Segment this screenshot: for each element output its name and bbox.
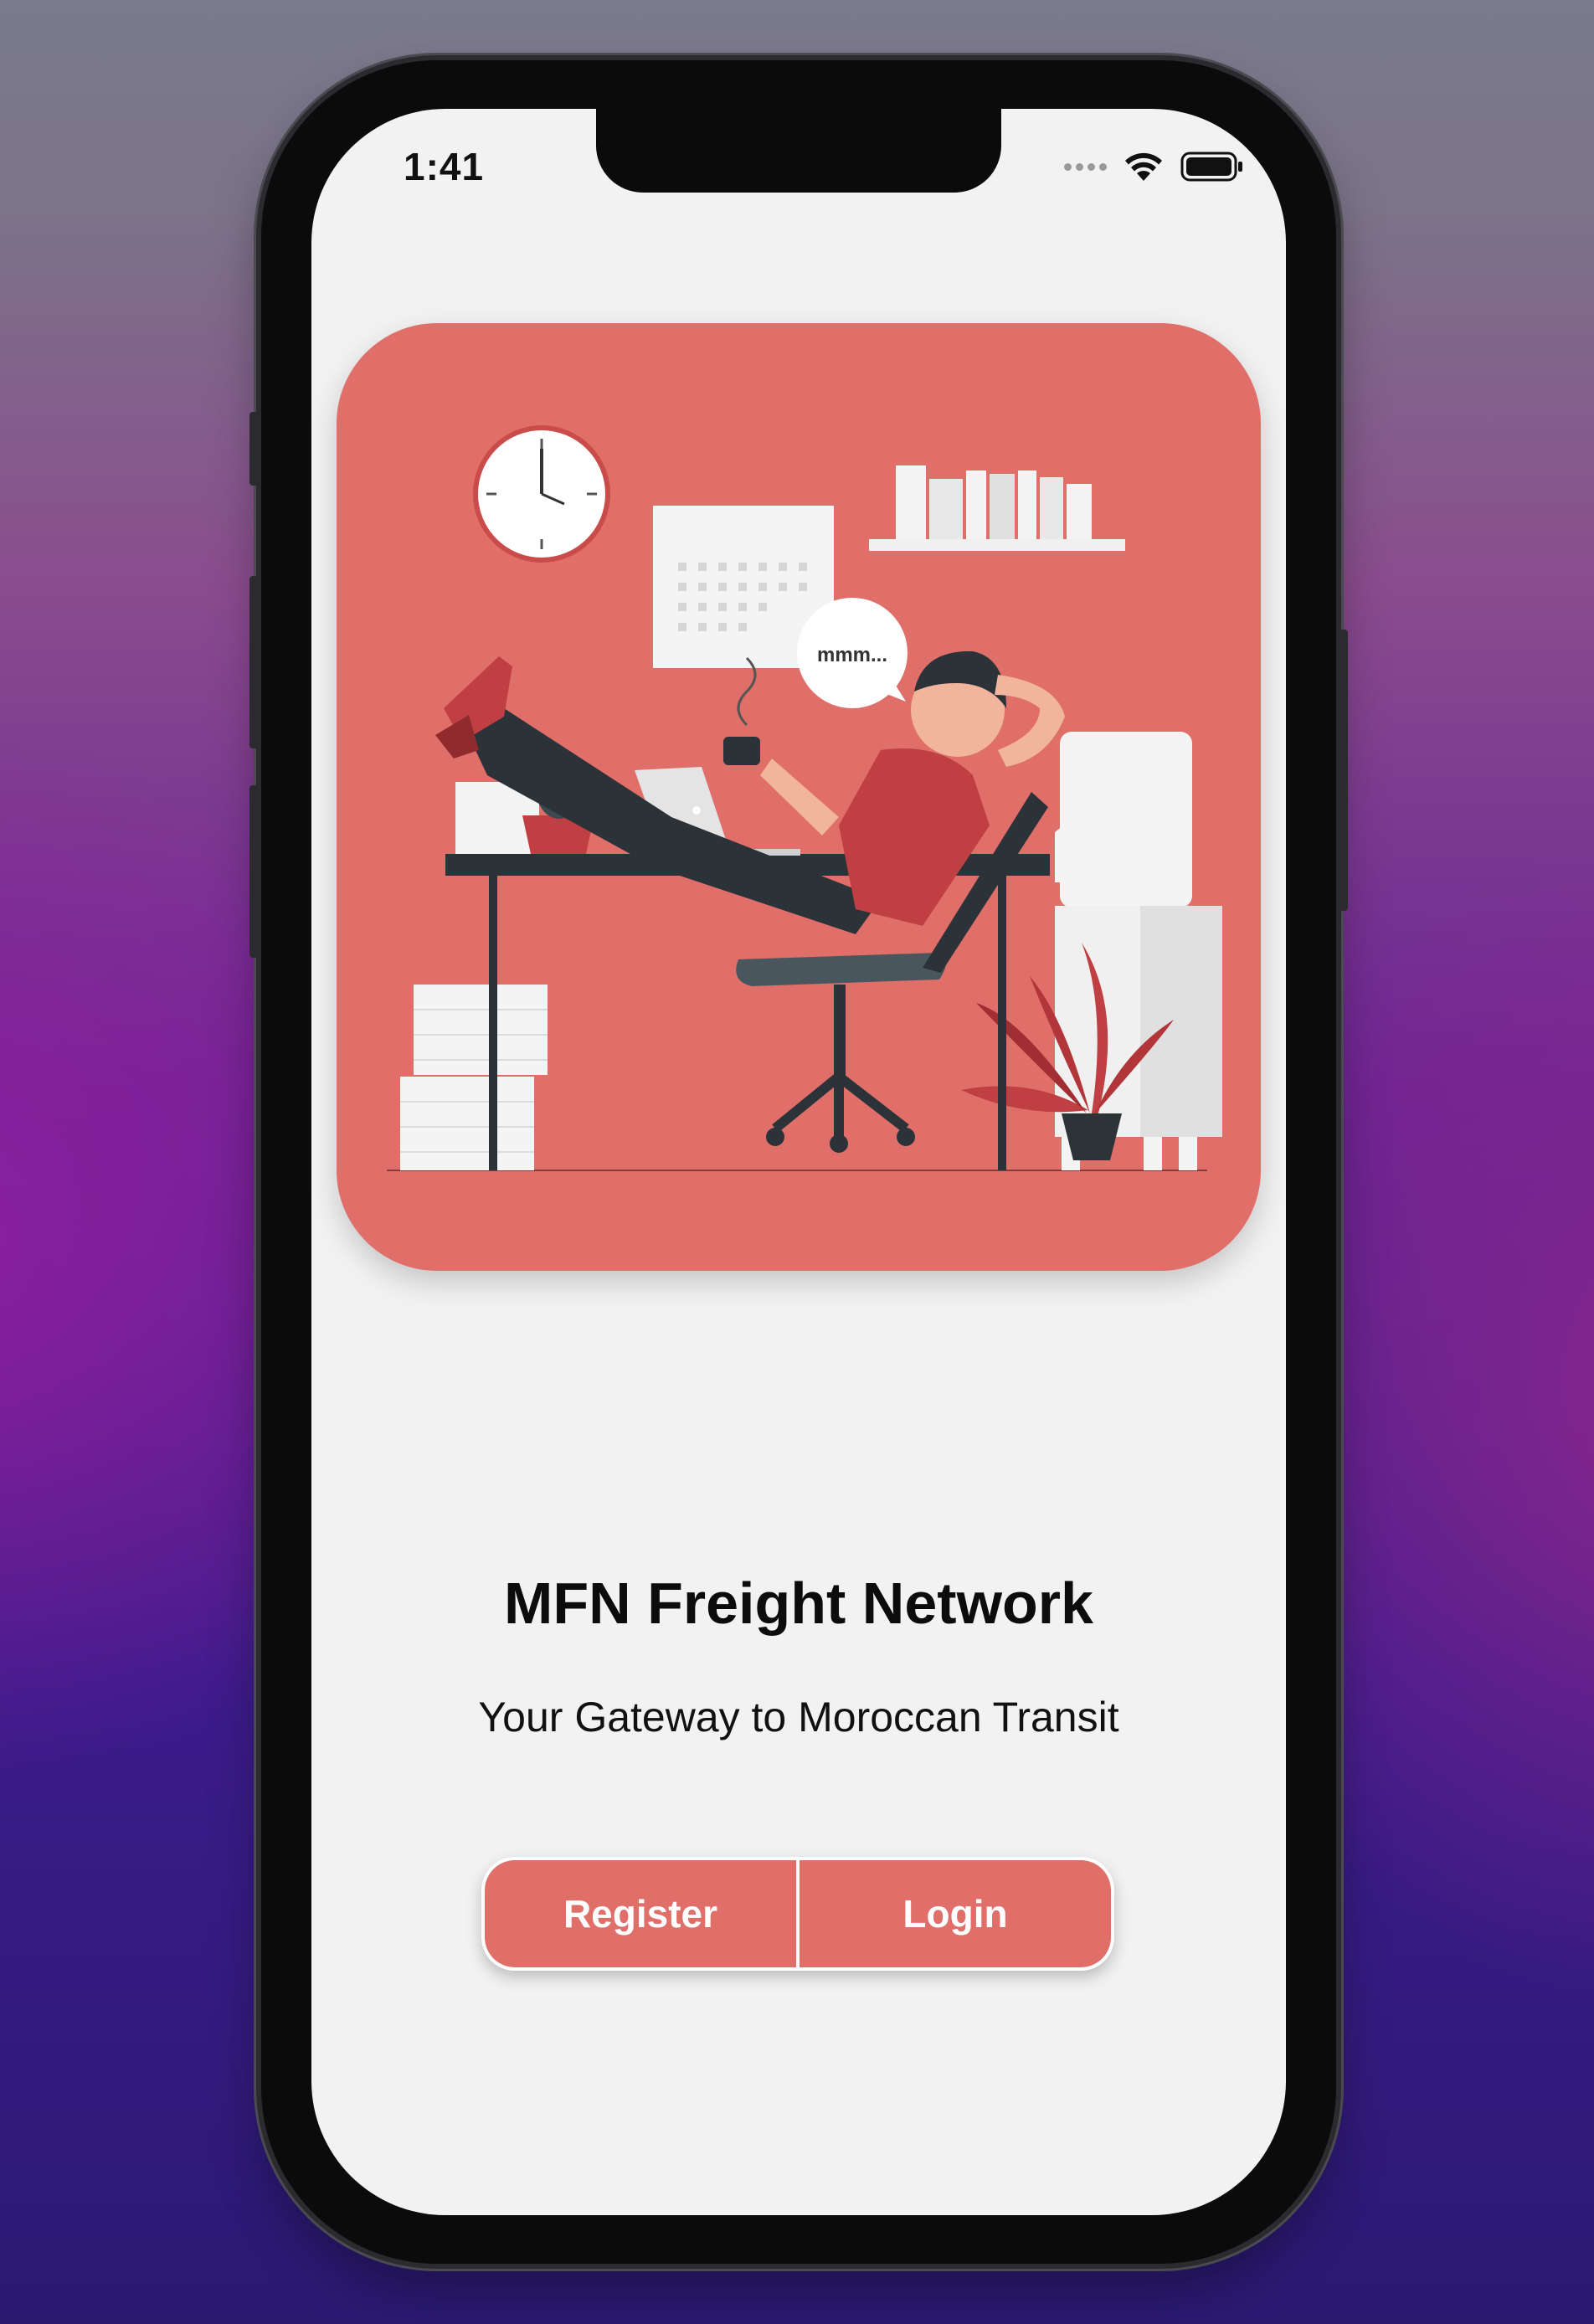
signal-dots-icon [1064, 162, 1107, 171]
speech-bubble: mmm... [797, 598, 908, 708]
status-time: 1:41 [404, 145, 485, 188]
silent-switch [249, 412, 258, 486]
volume-down-button [249, 785, 258, 958]
status-icons [1064, 151, 1244, 183]
page-subtitle: Your Gateway to Moroccan Transit [478, 1694, 1119, 1740]
book-shelf [869, 465, 1125, 551]
page-title: MFN Freight Network [504, 1571, 1093, 1636]
auth-button-group: Register Login [481, 1857, 1114, 1971]
wall-clock-icon [473, 425, 610, 563]
login-button[interactable]: Login [800, 1860, 1111, 1967]
paper-stack [400, 985, 548, 1170]
notch [596, 109, 1001, 193]
relaxing-office-worker-illustration: mmm... [387, 425, 1222, 1171]
power-button [1339, 630, 1348, 911]
battery-icon [1180, 152, 1242, 182]
wifi-icon [1125, 152, 1162, 181]
register-button[interactable]: Register [485, 1860, 796, 1967]
app-screen: 1:41 mmm... MFN Freight Network Your Gat… [311, 109, 1286, 2215]
hero-illustration-card: mmm... [337, 323, 1261, 1271]
volume-up-button [249, 576, 258, 748]
speech-bubble-text: mmm... [817, 644, 887, 666]
phone-frame: 1:41 mmm... MFN Freight Network Your Gat… [249, 60, 1348, 2264]
